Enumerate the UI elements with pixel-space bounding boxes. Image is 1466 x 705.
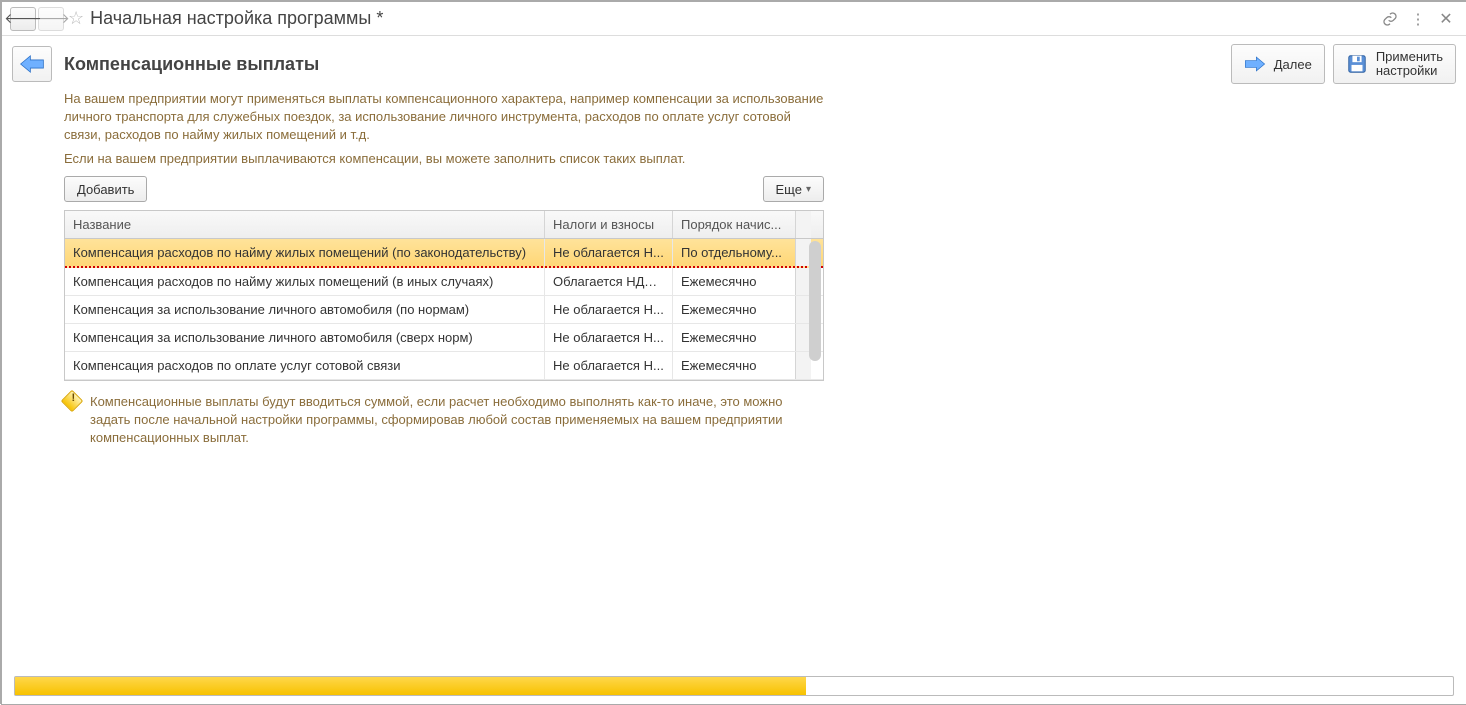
cell-name: Компенсация расходов по найму жилых поме… (65, 239, 545, 266)
title-bar: 🡐 🡒 ☆ Начальная настройка программы * ⋮ … (2, 2, 1466, 36)
wizard-progress-fill (15, 677, 806, 695)
table-body: Компенсация расходов по найму жилых поме… (65, 239, 823, 380)
table-row[interactable]: Компенсация расходов по оплате услуг сот… (65, 352, 823, 380)
window-title: Начальная настройка программы * (90, 8, 383, 29)
cell-tax: Не облагается Н... (545, 324, 673, 351)
next-button-label: Далее (1274, 57, 1312, 72)
intro-paragraph-2: Если на вашем предприятии выплачиваются … (64, 150, 824, 168)
note-row: Компенсационные выплаты будут вводиться … (64, 393, 824, 447)
note-text: Компенсационные выплаты будут вводиться … (90, 393, 824, 447)
add-button[interactable]: Добавить (64, 176, 147, 202)
table-row[interactable]: Компенсация за использование личного авт… (65, 296, 823, 324)
next-button[interactable]: Далее (1231, 44, 1325, 84)
wizard-back-button[interactable] (12, 46, 52, 82)
cell-tax: Не облагается Н... (545, 352, 673, 379)
col-header-tax[interactable]: Налоги и взносы (545, 211, 673, 238)
table-toolbar: Добавить Еще ▾ (64, 176, 824, 202)
cell-name: Компенсация за использование личного авт… (65, 324, 545, 351)
chevron-down-icon: ▾ (806, 184, 811, 195)
cell-order: Ежемесячно (673, 268, 795, 295)
more-button[interactable]: Еще ▾ (763, 176, 824, 202)
warning-icon (61, 390, 84, 413)
wizard-progress-bar (14, 676, 1454, 696)
table-row[interactable]: Компенсация за использование личного авт… (65, 324, 823, 352)
work-area: Компенсационные выплаты Далее Применитьн… (2, 36, 1466, 447)
cell-tax: Не облагается Н... (545, 296, 673, 323)
cell-order: Ежемесячно (673, 324, 795, 351)
nav-forward-button[interactable]: 🡒 (38, 7, 64, 31)
table-header: Название Налоги и взносы Порядок начис..… (65, 211, 823, 239)
compensation-table: Название Налоги и взносы Порядок начис..… (64, 210, 824, 381)
intro-paragraph-1: На вашем предприятии могут применяться в… (64, 90, 824, 144)
header-row: Компенсационные выплаты Далее Применитьн… (12, 44, 1456, 84)
cell-order: По отдельному... (673, 239, 795, 266)
table-row[interactable]: Компенсация расходов по найму жилых поме… (65, 268, 823, 296)
cell-name: Компенсация за использование личного авт… (65, 296, 545, 323)
apply-settings-button[interactable]: Применитьнастройки (1333, 44, 1456, 84)
more-button-label: Еще (776, 182, 802, 197)
cell-tax: Облагается НДФ... (545, 268, 673, 295)
cell-order: Ежемесячно (673, 352, 795, 379)
cell-order: Ежемесячно (673, 296, 795, 323)
kebab-menu-icon[interactable]: ⋮ (1406, 7, 1430, 31)
cell-name: Компенсация расходов по оплате услуг сот… (65, 352, 545, 379)
favorite-star-icon[interactable]: ☆ (68, 8, 84, 29)
cell-name: Компенсация расходов по найму жилых поме… (65, 268, 545, 295)
close-icon[interactable]: ✕ (1434, 7, 1458, 31)
add-button-label: Добавить (77, 182, 134, 197)
table-row[interactable]: Компенсация расходов по найму жилых поме… (65, 239, 823, 268)
scrollbar-thumb[interactable] (809, 241, 821, 361)
page-heading: Компенсационные выплаты (64, 54, 319, 75)
apply-button-label: Применитьнастройки (1376, 50, 1443, 78)
col-header-order[interactable]: Порядок начис... (673, 211, 795, 238)
scrollbar-track-header (795, 211, 811, 238)
link-icon[interactable] (1378, 7, 1402, 31)
content-block: На вашем предприятии могут применяться в… (64, 90, 824, 447)
col-header-name[interactable]: Название (65, 211, 545, 238)
cell-tax: Не облагается Н... (545, 239, 673, 266)
